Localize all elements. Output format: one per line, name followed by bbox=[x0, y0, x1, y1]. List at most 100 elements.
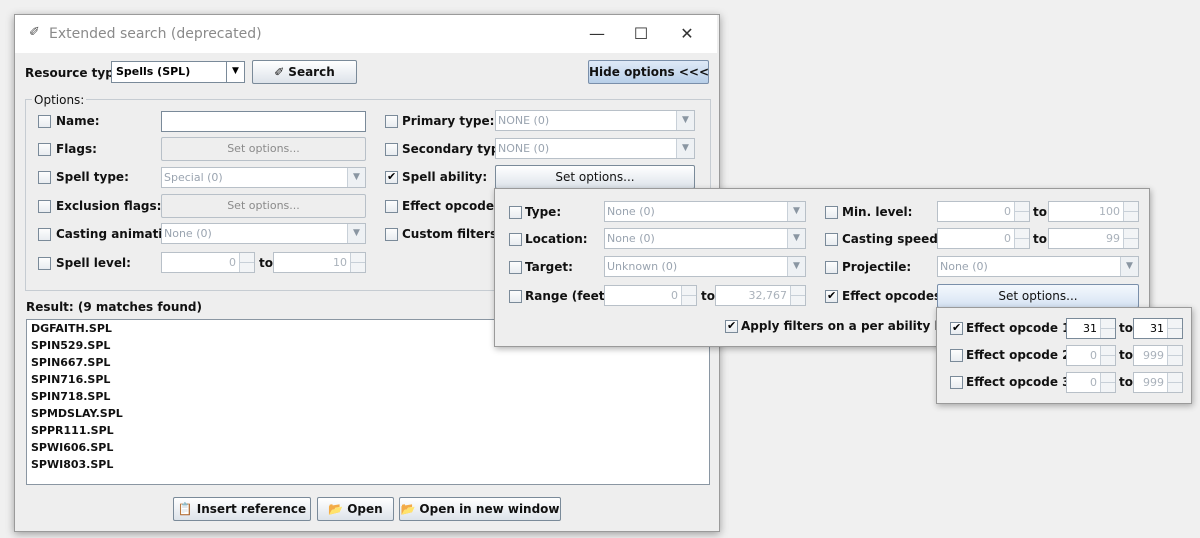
spinner-arrows-icon[interactable] bbox=[1123, 202, 1138, 221]
close-button[interactable]: ✕ bbox=[665, 19, 709, 49]
spell-level-from-spinner[interactable]: 0 bbox=[161, 252, 255, 273]
spell-type-checkbox[interactable] bbox=[38, 171, 51, 184]
chevron-down-icon: ▼ bbox=[676, 139, 694, 158]
result-label: Result: (9 matches found) bbox=[26, 300, 202, 314]
ability-effect-opcodes-checkbox[interactable] bbox=[825, 289, 838, 303]
secondary-type-checkbox[interactable] bbox=[385, 143, 398, 156]
spell-ability-checkbox[interactable] bbox=[385, 170, 398, 184]
to-label: to bbox=[259, 256, 273, 270]
effect-opcode-3-checkbox[interactable] bbox=[950, 376, 963, 389]
open-button[interactable]: 📂 Open bbox=[317, 497, 394, 521]
custom-filters-checkbox[interactable] bbox=[385, 228, 398, 241]
ability-target-select[interactable]: Unknown (0) ▼ bbox=[604, 256, 806, 277]
list-item[interactable]: SPIN718.SPL bbox=[27, 388, 709, 405]
spell-type-label: Spell type: bbox=[56, 170, 129, 184]
spinner-arrows-icon[interactable] bbox=[790, 286, 805, 305]
list-item[interactable]: SPIN716.SPL bbox=[27, 371, 709, 388]
ability-range-checkbox[interactable] bbox=[509, 290, 522, 303]
spinner-arrows-icon[interactable] bbox=[1100, 346, 1115, 365]
exclusion-flags-checkbox[interactable] bbox=[38, 200, 51, 213]
chevron-down-icon: ▼ bbox=[1120, 257, 1138, 276]
exclusion-flags-set-options-button[interactable]: Set options... bbox=[161, 194, 366, 218]
effect-opcode-2-from-spinner[interactable]: 0 bbox=[1066, 345, 1116, 366]
apply-filters-per-ability-checkbox[interactable] bbox=[725, 319, 738, 333]
effect-opcode-1-from-spinner[interactable]: 31 bbox=[1066, 318, 1116, 339]
chevron-down-icon: ▼ bbox=[347, 224, 365, 243]
projectile-label: Projectile: bbox=[842, 260, 912, 274]
name-checkbox[interactable] bbox=[38, 115, 51, 128]
ability-range-from-spinner[interactable]: 0 bbox=[604, 285, 697, 306]
ability-location-checkbox[interactable] bbox=[509, 233, 522, 246]
spinner-arrows-icon[interactable] bbox=[1014, 202, 1029, 221]
list-item[interactable]: SPWI606.SPL bbox=[27, 439, 709, 456]
spell-level-label: Spell level: bbox=[56, 256, 131, 270]
ability-location-select[interactable]: None (0) ▼ bbox=[604, 228, 806, 249]
minimize-button[interactable]: — bbox=[575, 19, 619, 49]
spinner-arrows-icon[interactable] bbox=[350, 253, 365, 272]
spinner-arrows-icon[interactable] bbox=[1167, 319, 1182, 338]
casting-animation-checkbox[interactable] bbox=[38, 228, 51, 241]
spell-level-checkbox[interactable] bbox=[38, 257, 51, 270]
hide-options-button[interactable]: Hide options <<< bbox=[588, 60, 709, 84]
effect-opcodes-checkbox[interactable] bbox=[385, 200, 398, 213]
spinner-arrows-icon[interactable] bbox=[239, 253, 254, 272]
to-label: to bbox=[1119, 348, 1133, 362]
projectile-checkbox[interactable] bbox=[825, 261, 838, 274]
ability-target-label: Target: bbox=[525, 260, 573, 274]
ability-target-checkbox[interactable] bbox=[509, 261, 522, 274]
effect-opcode-3-from-spinner[interactable]: 0 bbox=[1066, 372, 1116, 393]
primary-type-checkbox[interactable] bbox=[385, 115, 398, 128]
spinner-arrows-icon[interactable] bbox=[1100, 373, 1115, 392]
min-level-to-spinner[interactable]: 100 bbox=[1048, 201, 1139, 222]
name-input[interactable] bbox=[161, 111, 366, 132]
casting-speed-to-spinner[interactable]: 99 bbox=[1048, 228, 1139, 249]
list-item[interactable]: SPWI803.SPL bbox=[27, 456, 709, 473]
secondary-type-select[interactable]: NONE (0) ▼ bbox=[495, 138, 695, 159]
projectile-select[interactable]: None (0) ▼ bbox=[937, 256, 1139, 277]
flags-set-options-button[interactable]: Set options... bbox=[161, 137, 366, 161]
casting-animation-select[interactable]: None (0) ▼ bbox=[161, 223, 366, 244]
effect-opcodes-options-popup: Effect opcode 1: 31 to 31 Effect opcode … bbox=[936, 307, 1192, 404]
spell-type-select[interactable]: Special (0) ▼ bbox=[161, 167, 366, 188]
list-item[interactable]: SPIN667.SPL bbox=[27, 354, 709, 371]
title-bar[interactable]: ✐ Extended search (deprecated) — ☐ ✕ bbox=[15, 15, 717, 53]
effect-opcode-1-checkbox[interactable] bbox=[950, 321, 963, 335]
spell-ability-label: Spell ability: bbox=[402, 170, 488, 184]
min-level-checkbox[interactable] bbox=[825, 206, 838, 219]
window-title: Extended search (deprecated) bbox=[49, 26, 262, 42]
spell-level-to-spinner[interactable]: 10 bbox=[273, 252, 366, 273]
primary-type-select[interactable]: NONE (0) ▼ bbox=[495, 110, 695, 131]
to-label: to bbox=[1033, 205, 1047, 219]
spinner-arrows-icon[interactable] bbox=[1123, 229, 1138, 248]
maximize-button[interactable]: ☐ bbox=[619, 19, 663, 49]
open-in-new-window-button[interactable]: 📂 Open in new window bbox=[399, 497, 561, 521]
to-label: to bbox=[1119, 321, 1133, 335]
chevron-down-icon: ▼ bbox=[787, 229, 805, 248]
list-item[interactable]: SPPR111.SPL bbox=[27, 422, 709, 439]
list-item[interactable]: SPMDSLAY.SPL bbox=[27, 405, 709, 422]
effect-opcode-2-to-spinner[interactable]: 999 bbox=[1133, 345, 1183, 366]
insert-reference-button[interactable]: 📋 Insert reference bbox=[173, 497, 311, 521]
search-button[interactable]: ✐ Search bbox=[252, 60, 357, 84]
spell-ability-set-options-button[interactable]: Set options... bbox=[495, 165, 695, 189]
spinner-arrows-icon[interactable] bbox=[681, 286, 696, 305]
effect-opcode-1-to-spinner[interactable]: 31 bbox=[1133, 318, 1183, 339]
spinner-arrows-icon[interactable] bbox=[1167, 373, 1182, 392]
spinner-arrows-icon[interactable] bbox=[1167, 346, 1182, 365]
spinner-arrows-icon[interactable] bbox=[1014, 229, 1029, 248]
ability-type-label: Type: bbox=[525, 205, 562, 219]
effect-opcode-3-to-spinner[interactable]: 999 bbox=[1133, 372, 1183, 393]
casting-speed-label: Casting speed: bbox=[842, 232, 943, 246]
casting-speed-from-spinner[interactable]: 0 bbox=[937, 228, 1030, 249]
spinner-arrows-icon[interactable] bbox=[1100, 319, 1115, 338]
effect-opcodes-set-options-button[interactable]: Set options... bbox=[937, 284, 1139, 308]
effect-opcode-2-checkbox[interactable] bbox=[950, 349, 963, 362]
primary-type-label: Primary type: bbox=[402, 114, 495, 128]
ability-range-to-spinner[interactable]: 32,767 bbox=[715, 285, 806, 306]
ability-type-select[interactable]: None (0) ▼ bbox=[604, 201, 806, 222]
resource-type-select[interactable]: Spells (SPL) ▼ bbox=[111, 61, 245, 83]
ability-type-checkbox[interactable] bbox=[509, 206, 522, 219]
min-level-from-spinner[interactable]: 0 bbox=[937, 201, 1030, 222]
casting-speed-checkbox[interactable] bbox=[825, 233, 838, 246]
flags-checkbox[interactable] bbox=[38, 143, 51, 156]
